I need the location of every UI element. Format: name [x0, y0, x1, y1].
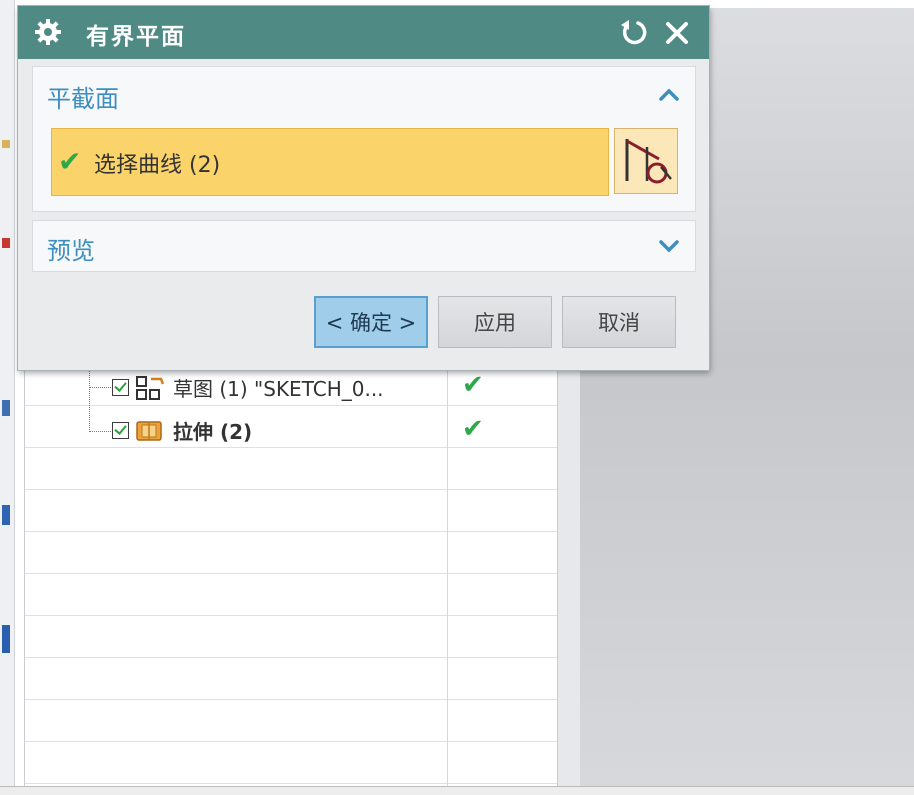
- tree-item-label: 草图 (1) "SKETCH_0...: [173, 377, 384, 401]
- table-row: [25, 448, 557, 490]
- cancel-button[interactable]: 取消: [562, 296, 676, 348]
- select-curve-button[interactable]: [614, 128, 678, 194]
- table-row: [25, 742, 557, 784]
- ok-button[interactable]: < 确定 >: [314, 296, 428, 348]
- table-row: [25, 658, 557, 700]
- table-row: [25, 616, 557, 658]
- close-icon[interactable]: [662, 18, 692, 48]
- status-check-icon: ✔: [462, 414, 484, 444]
- toolbar-marker-icon: [2, 400, 10, 416]
- bounded-plane-dialog: 有界平面 平截面 ✔ 选择曲线 (2) 预览 < 确定 > 应用 取消: [18, 6, 709, 370]
- apply-button[interactable]: 应用: [438, 296, 552, 348]
- left-toolbar-strip: [0, 0, 15, 794]
- tree-connector: [89, 370, 91, 432]
- table-row: [25, 532, 557, 574]
- tree-connector: [89, 387, 111, 389]
- table-row: [25, 490, 557, 532]
- sketch-icon: [136, 375, 165, 400]
- check-icon: ✔: [58, 145, 82, 178]
- table-row: [25, 700, 557, 742]
- toolbar-marker-icon: [2, 505, 10, 525]
- toolbar-marker-icon: [2, 140, 10, 148]
- table-row: [25, 574, 557, 616]
- select-curve-row[interactable]: ✔ 选择曲线 (2): [51, 128, 609, 196]
- toolbar-marker-icon: [2, 238, 10, 248]
- tree-item-extrude[interactable]: 拉伸 (2): [112, 416, 252, 445]
- dialog-title: 有界平面: [86, 24, 186, 50]
- application-window: 草图 (1) "SKETCH_0... ✔ 拉伸 (2) ✔ 有界平面 平截面 …: [0, 0, 914, 795]
- tree-item-sketch[interactable]: 草图 (1) "SKETCH_0...: [112, 373, 384, 402]
- section-title[interactable]: 预览: [47, 231, 95, 266]
- tree-item-label: 拉伸 (2): [173, 420, 253, 444]
- dialog-titlebar[interactable]: 有界平面: [18, 6, 709, 59]
- status-check-icon: ✔: [462, 370, 484, 400]
- chevron-down-icon[interactable]: [657, 234, 681, 258]
- extrude-icon: [136, 420, 162, 441]
- curve-select-icon: [625, 139, 672, 184]
- toolbar-marker-icon: [2, 625, 10, 653]
- reset-icon[interactable]: [618, 16, 650, 48]
- section-title[interactable]: 平截面: [47, 79, 119, 114]
- section-preview: 预览: [32, 220, 696, 272]
- select-curve-label: 选择曲线 (2): [94, 153, 221, 178]
- tree-connector: [89, 431, 111, 433]
- checkbox[interactable]: [112, 379, 129, 396]
- gear-icon: [35, 19, 61, 45]
- chevron-up-icon[interactable]: [657, 83, 681, 107]
- checkbox[interactable]: [112, 422, 129, 439]
